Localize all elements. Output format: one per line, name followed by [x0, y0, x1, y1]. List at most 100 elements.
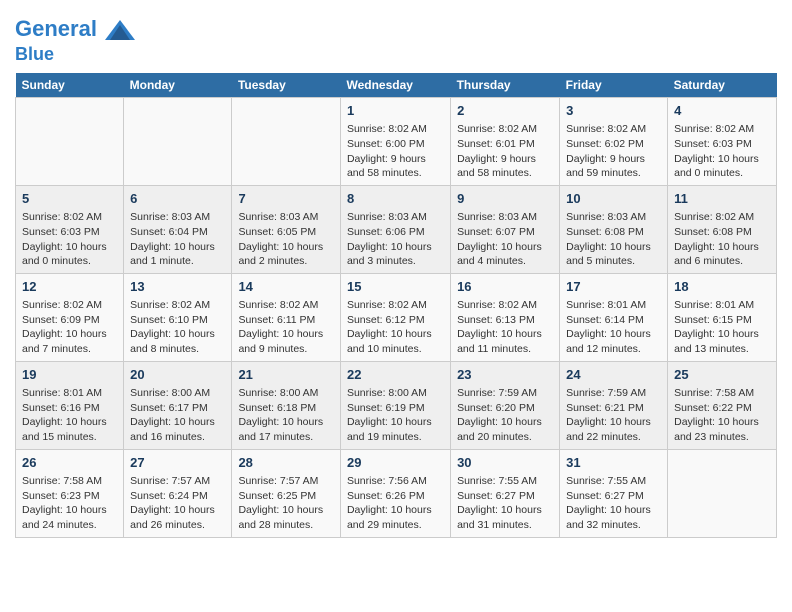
- weekday-header-friday: Friday: [560, 73, 668, 98]
- day-info: Sunrise: 7:55 AM Sunset: 6:27 PM Dayligh…: [566, 474, 661, 533]
- logo: General Blue: [15, 15, 135, 63]
- calendar-week-row: 19Sunrise: 8:01 AM Sunset: 6:16 PM Dayli…: [16, 361, 777, 449]
- calendar-cell: 27Sunrise: 7:57 AM Sunset: 6:24 PM Dayli…: [124, 449, 232, 537]
- calendar-cell: 20 Sunrise: 8:00 AM Sunset: 6:17 PM Dayli…: [124, 361, 232, 449]
- day-info: Sunrise: 7:56 AM Sunset: 6:26 PM Dayligh…: [347, 474, 444, 533]
- day-info: Sunrise: 7:55 AM Sunset: 6:27 PM Dayligh…: [457, 474, 553, 533]
- day-number: 30: [457, 454, 553, 472]
- day-info: Sunrise: 8:02 AM Sunset: 6:11 PM Dayligh…: [238, 298, 334, 357]
- day-number: 23: [457, 366, 553, 384]
- calendar-cell: 10 Sunrise: 8:03 AM Sunset: 6:08 PM Dayli…: [560, 185, 668, 273]
- calendar-cell: 24Sunrise: 7:59 AM Sunset: 6:21 PM Dayli…: [560, 361, 668, 449]
- day-number: 9: [457, 190, 553, 208]
- page-header: General Blue: [15, 15, 777, 63]
- day-number: 12: [22, 278, 117, 296]
- day-info: Sunrise: 8:00 AM Sunset: 6:18 PM Dayligh…: [238, 386, 334, 445]
- calendar-cell: 3 Sunrise: 8:02 AM Sunset: 6:02 PM Daylig…: [560, 98, 668, 186]
- calendar-cell: 26 Sunrise: 7:58 AM Sunset: 6:23 PM Dayli…: [16, 449, 124, 537]
- day-number: 25: [674, 366, 770, 384]
- weekday-header-tuesday: Tuesday: [232, 73, 341, 98]
- day-number: 13: [130, 278, 225, 296]
- calendar-cell: 17 Sunrise: 8:01 AM Sunset: 6:14 PM Dayli…: [560, 273, 668, 361]
- calendar-cell: 2 Sunrise: 8:02 AM Sunset: 6:01 PM Daylig…: [451, 98, 560, 186]
- day-info: Sunrise: 8:01 AM Sunset: 6:14 PM Dayligh…: [566, 298, 661, 357]
- day-number: 17: [566, 278, 661, 296]
- day-number: 18: [674, 278, 770, 296]
- calendar-cell: 11 Sunrise: 8:02 AM Sunset: 6:08 PM Dayli…: [668, 185, 777, 273]
- day-number: 1: [347, 102, 444, 120]
- calendar-week-row: 12 Sunrise: 8:02 AM Sunset: 6:09 PM Dayli…: [16, 273, 777, 361]
- day-info: Sunrise: 8:02 AM Sunset: 6:12 PM Dayligh…: [347, 298, 444, 357]
- day-number: 22: [347, 366, 444, 384]
- day-number: 7: [238, 190, 334, 208]
- day-number: 31: [566, 454, 661, 472]
- day-info: Sunrise: 8:00 AM Sunset: 6:19 PM Dayligh…: [347, 386, 444, 445]
- calendar-cell: [16, 98, 124, 186]
- day-number: 15: [347, 278, 444, 296]
- calendar-cell: 19Sunrise: 8:01 AM Sunset: 6:16 PM Dayli…: [16, 361, 124, 449]
- calendar-week-row: 5 Sunrise: 8:02 AM Sunset: 6:03 PM Daylig…: [16, 185, 777, 273]
- day-info: Sunrise: 8:00 AM Sunset: 6:17 PM Dayligh…: [130, 386, 225, 445]
- day-info: Sunrise: 8:03 AM Sunset: 6:08 PM Dayligh…: [566, 210, 661, 269]
- calendar-cell: 6 Sunrise: 8:03 AM Sunset: 6:04 PM Daylig…: [124, 185, 232, 273]
- day-number: 16: [457, 278, 553, 296]
- day-number: 28: [238, 454, 334, 472]
- day-number: 5: [22, 190, 117, 208]
- calendar-week-row: 26 Sunrise: 7:58 AM Sunset: 6:23 PM Dayli…: [16, 449, 777, 537]
- day-number: 11: [674, 190, 770, 208]
- calendar-cell: 12 Sunrise: 8:02 AM Sunset: 6:09 PM Dayli…: [16, 273, 124, 361]
- calendar-cell: 16Sunrise: 8:02 AM Sunset: 6:13 PM Dayli…: [451, 273, 560, 361]
- day-info: Sunrise: 8:03 AM Sunset: 6:04 PM Dayligh…: [130, 210, 225, 269]
- calendar-cell: 7 Sunrise: 8:03 AM Sunset: 6:05 PM Daylig…: [232, 185, 341, 273]
- calendar-cell: 29 Sunrise: 7:56 AM Sunset: 6:26 PM Dayli…: [340, 449, 450, 537]
- day-number: 3: [566, 102, 661, 120]
- logo-blue: Blue: [15, 45, 135, 63]
- day-info: Sunrise: 7:59 AM Sunset: 6:21 PM Dayligh…: [566, 386, 661, 445]
- calendar-cell: 15 Sunrise: 8:02 AM Sunset: 6:12 PM Dayli…: [340, 273, 450, 361]
- day-info: Sunrise: 8:02 AM Sunset: 6:01 PM Dayligh…: [457, 122, 553, 181]
- calendar-cell: 21 Sunrise: 8:00 AM Sunset: 6:18 PM Dayli…: [232, 361, 341, 449]
- logo-text: General: [15, 15, 135, 45]
- day-number: 14: [238, 278, 334, 296]
- weekday-header-row: SundayMondayTuesdayWednesdayThursdayFrid…: [16, 73, 777, 98]
- day-info: Sunrise: 8:02 AM Sunset: 6:09 PM Dayligh…: [22, 298, 117, 357]
- day-info: Sunrise: 8:02 AM Sunset: 6:03 PM Dayligh…: [22, 210, 117, 269]
- day-info: Sunrise: 8:03 AM Sunset: 6:05 PM Dayligh…: [238, 210, 334, 269]
- day-info: Sunrise: 8:02 AM Sunset: 6:08 PM Dayligh…: [674, 210, 770, 269]
- weekday-header-sunday: Sunday: [16, 73, 124, 98]
- day-info: Sunrise: 8:02 AM Sunset: 6:02 PM Dayligh…: [566, 122, 661, 181]
- day-number: 20: [130, 366, 225, 384]
- calendar-cell: [668, 449, 777, 537]
- day-info: Sunrise: 8:02 AM Sunset: 6:10 PM Dayligh…: [130, 298, 225, 357]
- calendar-cell: 22 Sunrise: 8:00 AM Sunset: 6:19 PM Dayli…: [340, 361, 450, 449]
- calendar-cell: 5 Sunrise: 8:02 AM Sunset: 6:03 PM Daylig…: [16, 185, 124, 273]
- calendar-cell: 8 Sunrise: 8:03 AM Sunset: 6:06 PM Daylig…: [340, 185, 450, 273]
- calendar-cell: 30 Sunrise: 7:55 AM Sunset: 6:27 PM Dayli…: [451, 449, 560, 537]
- calendar-cell: 9 Sunrise: 8:03 AM Sunset: 6:07 PM Daylig…: [451, 185, 560, 273]
- weekday-header-saturday: Saturday: [668, 73, 777, 98]
- calendar-cell: 4Sunrise: 8:02 AM Sunset: 6:03 PM Daylig…: [668, 98, 777, 186]
- day-number: 10: [566, 190, 661, 208]
- day-number: 8: [347, 190, 444, 208]
- calendar-cell: 14 Sunrise: 8:02 AM Sunset: 6:11 PM Dayli…: [232, 273, 341, 361]
- day-info: Sunrise: 8:01 AM Sunset: 6:16 PM Dayligh…: [22, 386, 117, 445]
- calendar-cell: 1Sunrise: 8:02 AM Sunset: 6:00 PM Daylig…: [340, 98, 450, 186]
- day-info: Sunrise: 7:58 AM Sunset: 6:23 PM Dayligh…: [22, 474, 117, 533]
- day-info: Sunrise: 8:03 AM Sunset: 6:06 PM Dayligh…: [347, 210, 444, 269]
- day-number: 6: [130, 190, 225, 208]
- day-info: Sunrise: 8:03 AM Sunset: 6:07 PM Dayligh…: [457, 210, 553, 269]
- calendar-cell: 23 Sunrise: 7:59 AM Sunset: 6:20 PM Dayli…: [451, 361, 560, 449]
- day-info: Sunrise: 7:57 AM Sunset: 6:25 PM Dayligh…: [238, 474, 334, 533]
- day-number: 26: [22, 454, 117, 472]
- day-info: Sunrise: 8:01 AM Sunset: 6:15 PM Dayligh…: [674, 298, 770, 357]
- calendar-cell: 31 Sunrise: 7:55 AM Sunset: 6:27 PM Dayli…: [560, 449, 668, 537]
- day-info: Sunrise: 7:59 AM Sunset: 6:20 PM Dayligh…: [457, 386, 553, 445]
- day-number: 2: [457, 102, 553, 120]
- day-number: 29: [347, 454, 444, 472]
- calendar-cell: 28 Sunrise: 7:57 AM Sunset: 6:25 PM Dayli…: [232, 449, 341, 537]
- day-number: 21: [238, 366, 334, 384]
- weekday-header-thursday: Thursday: [451, 73, 560, 98]
- day-info: Sunrise: 7:58 AM Sunset: 6:22 PM Dayligh…: [674, 386, 770, 445]
- day-number: 27: [130, 454, 225, 472]
- calendar-cell: 25 Sunrise: 7:58 AM Sunset: 6:22 PM Dayli…: [668, 361, 777, 449]
